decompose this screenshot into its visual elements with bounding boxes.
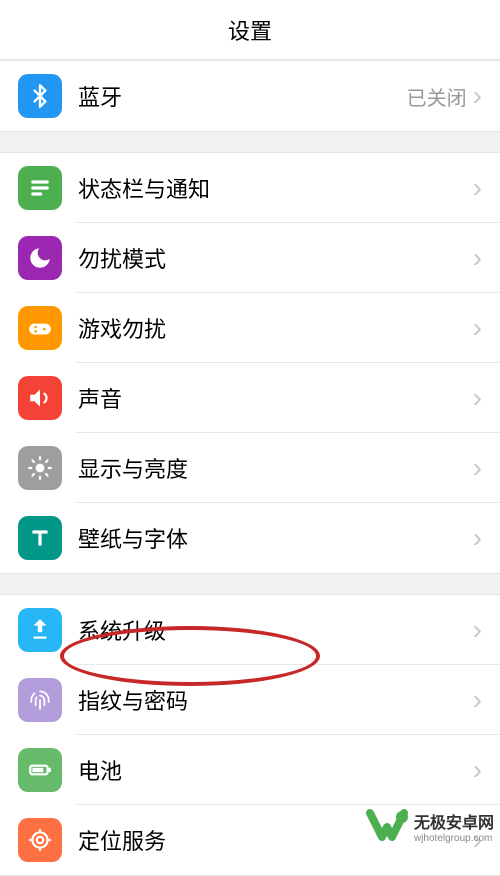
row-label: 显示与亮度	[78, 452, 473, 484]
settings-row-game-dnd[interactable]: 游戏勿扰›	[0, 293, 500, 363]
row-label: 游戏勿扰	[78, 312, 473, 344]
chevron-right-icon: ›	[473, 82, 482, 110]
settings-row-wallpaper-font[interactable]: 壁纸与字体›	[0, 503, 500, 573]
row-label: 壁纸与字体	[78, 522, 473, 554]
row-label: 声音	[78, 382, 473, 414]
settings-row-sound[interactable]: 声音›	[0, 363, 500, 433]
settings-row-statusbar-notif[interactable]: 状态栏与通知›	[0, 153, 500, 223]
chevron-right-icon: ›	[473, 756, 482, 784]
chevron-right-icon: ›	[473, 454, 482, 482]
settings-row-system-update[interactable]: 系统升级›	[0, 595, 500, 665]
list-icon	[18, 166, 62, 210]
fingerprint-icon	[18, 678, 62, 722]
settings-row-dnd[interactable]: 勿扰模式›	[0, 223, 500, 293]
header: 设置	[0, 0, 500, 60]
watermark-title: 无极安卓网	[414, 809, 494, 833]
chevron-right-icon: ›	[473, 384, 482, 412]
chevron-right-icon: ›	[473, 174, 482, 202]
settings-row-fingerprint-password[interactable]: 指纹与密码›	[0, 665, 500, 735]
settings-row-battery[interactable]: 电池›	[0, 735, 500, 805]
chevron-right-icon: ›	[473, 686, 482, 714]
watermark-logo-icon	[364, 803, 410, 849]
settings-row-bluetooth[interactable]: 蓝牙已关闭›	[0, 61, 500, 131]
settings-row-display[interactable]: 显示与亮度›	[0, 433, 500, 503]
settings-section: 蓝牙已关闭›	[0, 60, 500, 132]
brightness-icon	[18, 446, 62, 490]
watermark: 无极安卓网 wjhotelgroup.com	[364, 803, 494, 849]
bluetooth-icon	[18, 74, 62, 118]
settings-section: 状态栏与通知›勿扰模式›游戏勿扰›声音›显示与亮度›壁纸与字体›	[0, 152, 500, 574]
update-icon	[18, 608, 62, 652]
gamepad-icon	[18, 306, 62, 350]
text-icon	[18, 516, 62, 560]
row-label: 状态栏与通知	[78, 172, 473, 204]
row-value: 已关闭	[407, 82, 467, 111]
row-label: 系统升级	[78, 614, 473, 646]
row-label: 勿扰模式	[78, 242, 473, 274]
battery-icon	[18, 748, 62, 792]
chevron-right-icon: ›	[473, 524, 482, 552]
location-icon	[18, 818, 62, 862]
row-label: 电池	[78, 754, 473, 786]
row-label: 指纹与密码	[78, 684, 473, 716]
speaker-icon	[18, 376, 62, 420]
chevron-right-icon: ›	[473, 616, 482, 644]
page-title: 设置	[228, 14, 272, 46]
watermark-url: wjhotelgroup.com	[414, 833, 494, 844]
row-label: 蓝牙	[78, 80, 407, 112]
moon-icon	[18, 236, 62, 280]
chevron-right-icon: ›	[473, 314, 482, 342]
chevron-right-icon: ›	[473, 244, 482, 272]
